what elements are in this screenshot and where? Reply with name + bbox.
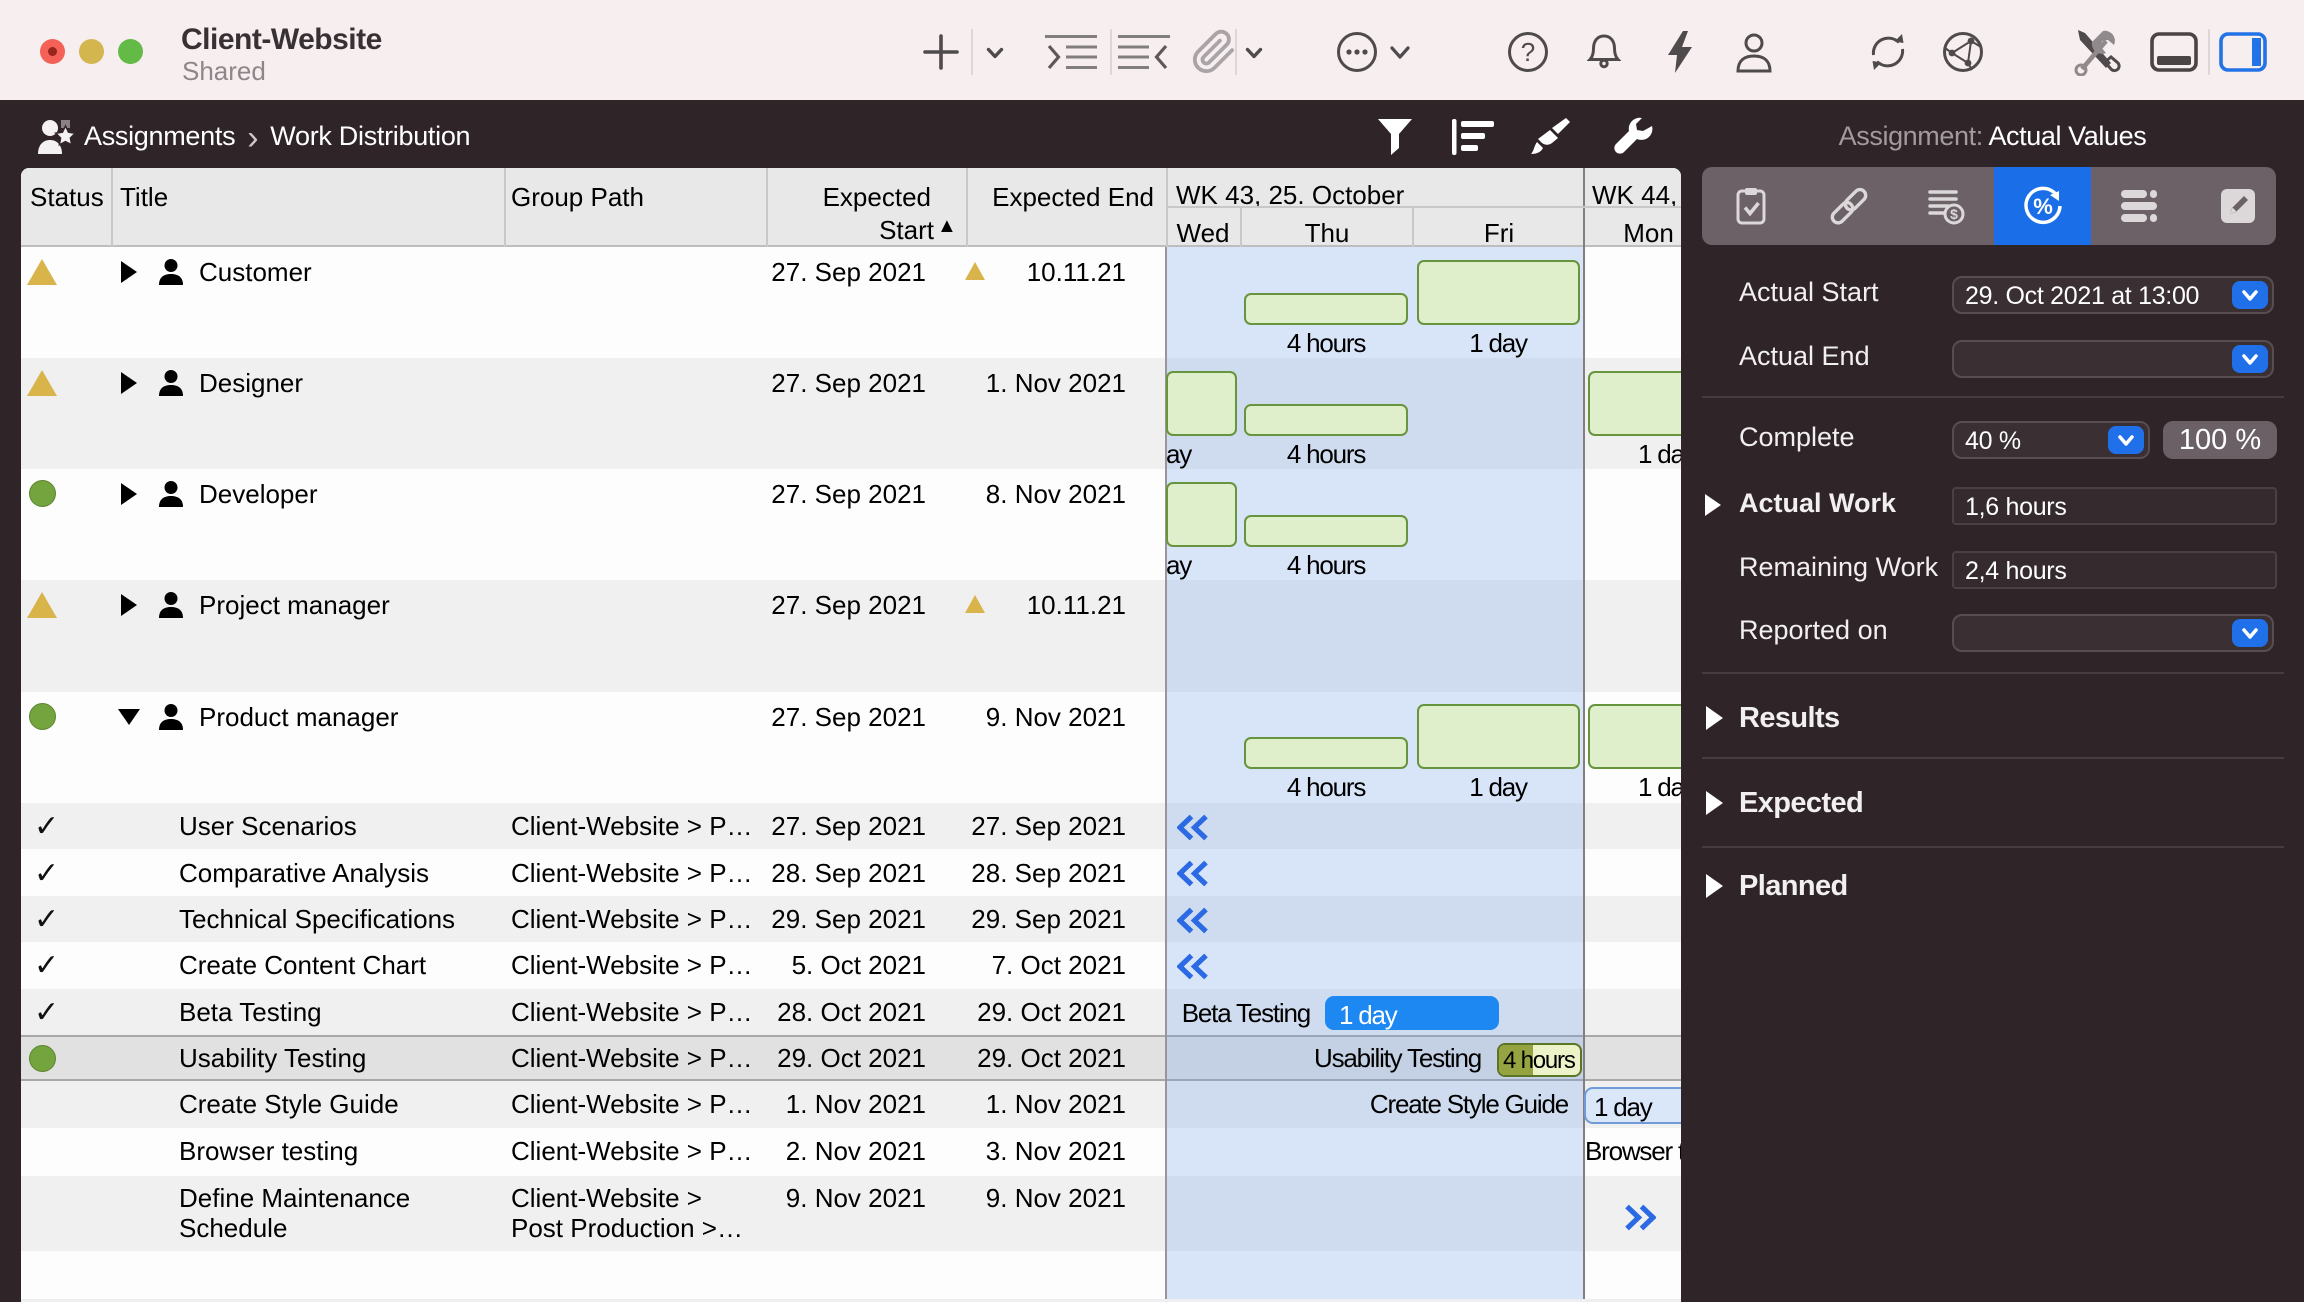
svg-text:%: % bbox=[2033, 194, 2053, 219]
svg-text:$: $ bbox=[1950, 206, 1958, 222]
svg-text:?: ? bbox=[1521, 37, 1535, 67]
